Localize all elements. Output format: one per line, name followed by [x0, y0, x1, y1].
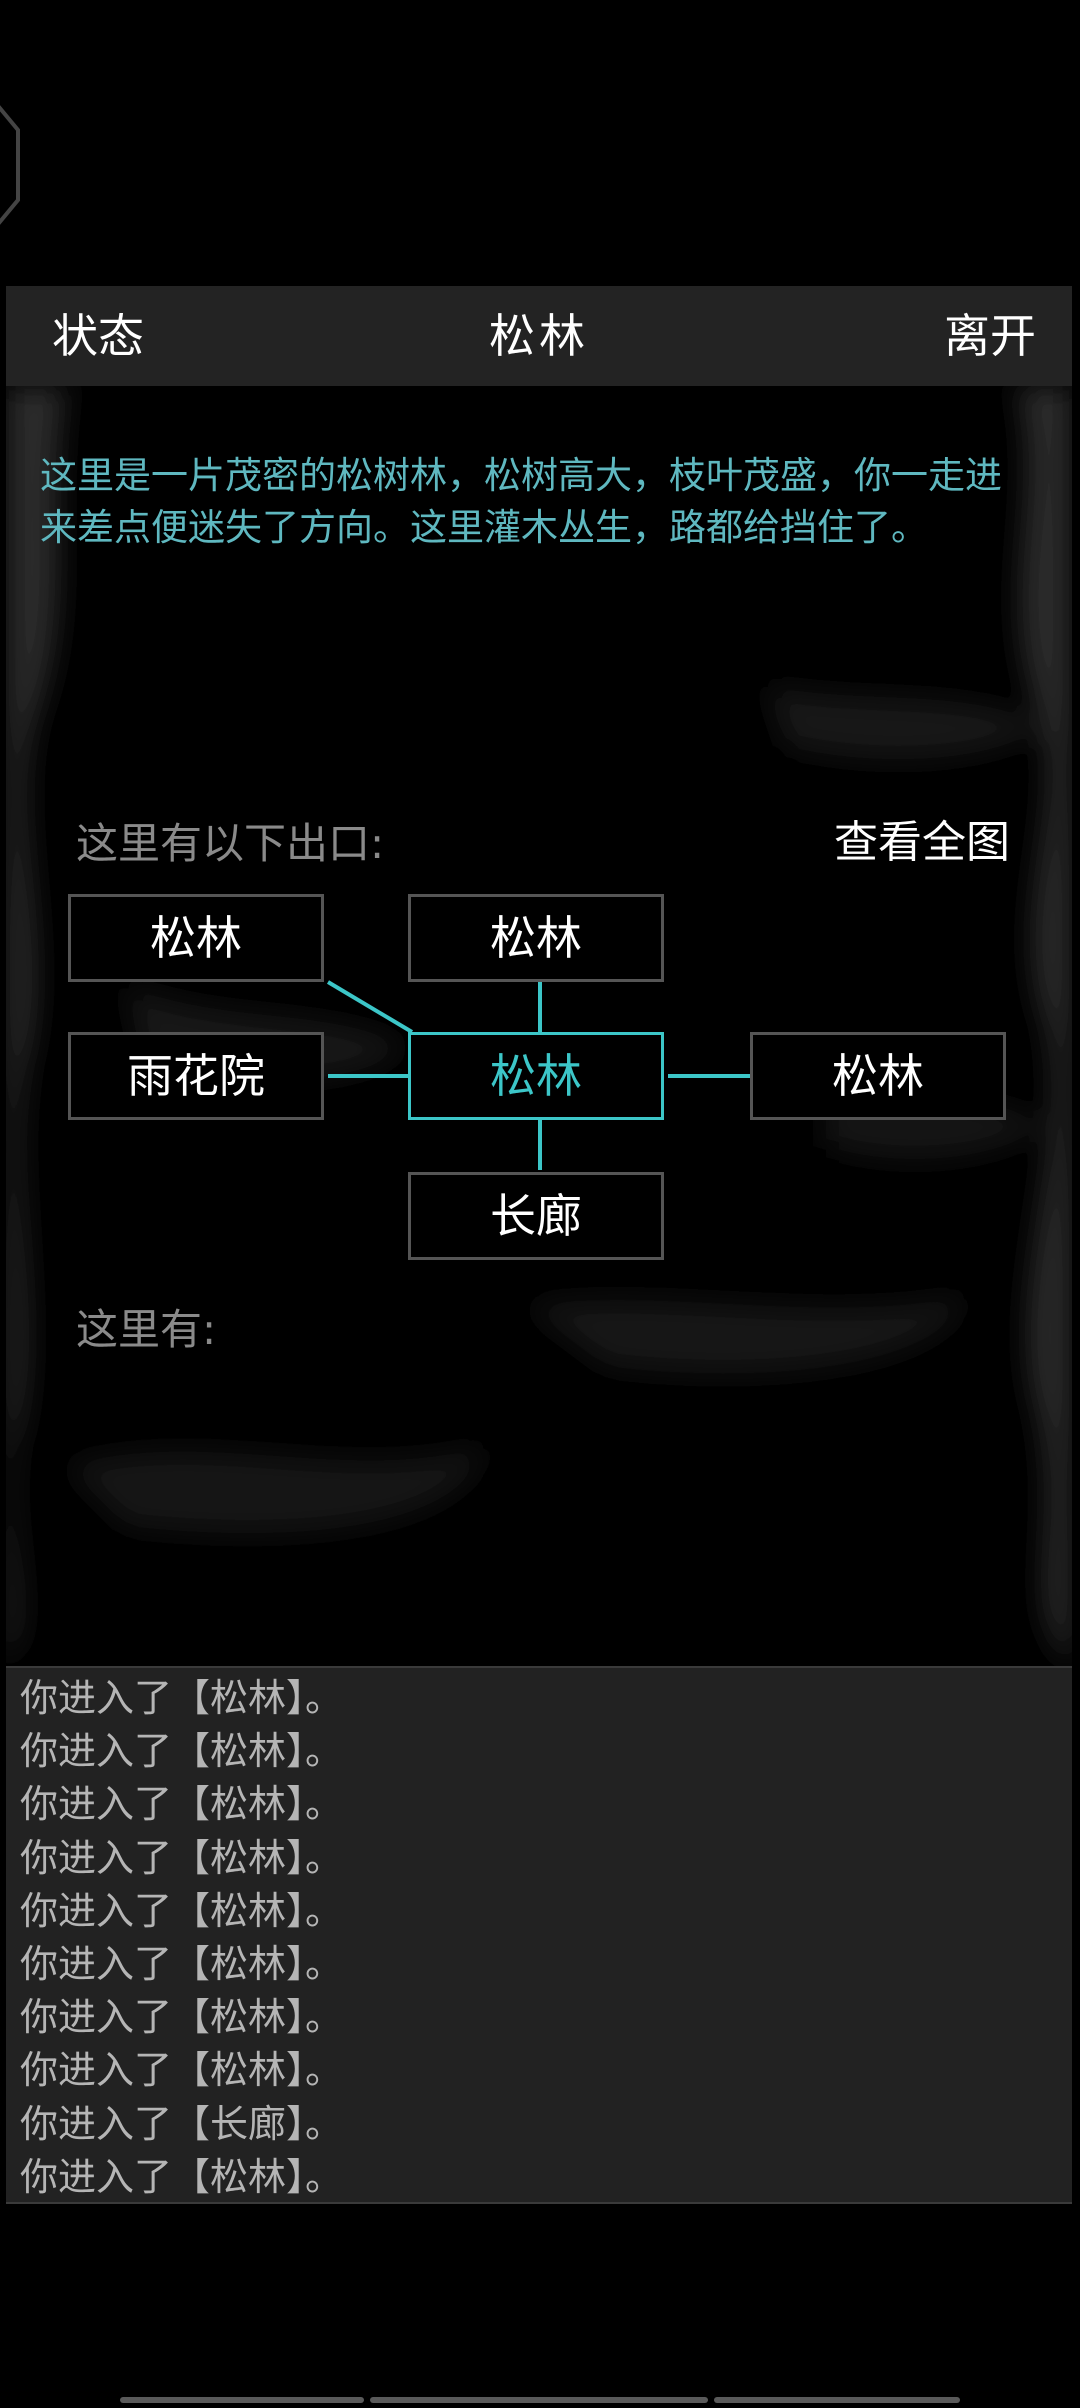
exit-south[interactable]: 长廊 [408, 1172, 664, 1260]
nav-bar-segment-left [120, 2397, 364, 2403]
room-title: 松林 [489, 309, 589, 363]
current-room: 松林 [408, 1032, 664, 1120]
log-line: 你进入了【松林】。 [20, 2154, 344, 2199]
link-northwest [326, 980, 414, 1034]
exit-north[interactable]: 松林 [408, 894, 664, 982]
log-line: 你进入了【长廊】。 [20, 2101, 344, 2146]
message-log[interactable]: 你进入了【松林】。 你进入了【松林】。 你进入了【松林】。 你进入了【松林】。 … [6, 1666, 1072, 2204]
exit-west[interactable]: 雨花院 [68, 1032, 324, 1120]
log-line: 你进入了【松林】。 [20, 1729, 344, 1774]
leave-button[interactable]: 离开 [944, 286, 1036, 386]
log-line: 你进入了【松林】。 [20, 1676, 344, 1720]
here-label: 这里有: [76, 1305, 217, 1354]
exit-east[interactable]: 松林 [750, 1032, 1006, 1120]
room-panel: 这里是一片茂密的松树林，松树高大，枝叶茂盛，你一走进来差点便迷失了方向。这里灌木… [6, 386, 1072, 1666]
hexagon-decoration [0, 105, 20, 225]
exit-northwest[interactable]: 松林 [68, 894, 324, 982]
top-bar: 松林 状态 离开 [6, 286, 1072, 386]
exit-map-links [326, 980, 750, 1170]
log-line: 你进入了【松林】。 [20, 1888, 344, 1933]
log-line: 你进入了【松林】。 [20, 1835, 344, 1880]
nav-bar-segment-right [714, 2397, 960, 2403]
log-line: 你进入了【松林】。 [20, 1782, 344, 1827]
log-line: 你进入了【松林】。 [20, 1995, 344, 2040]
status-button[interactable]: 状态 [52, 286, 144, 386]
log-line: 你进入了【松林】。 [20, 2048, 344, 2093]
log-line: 你进入了【松林】。 [20, 1941, 344, 1986]
nav-bar-segment-middle [370, 2397, 708, 2403]
